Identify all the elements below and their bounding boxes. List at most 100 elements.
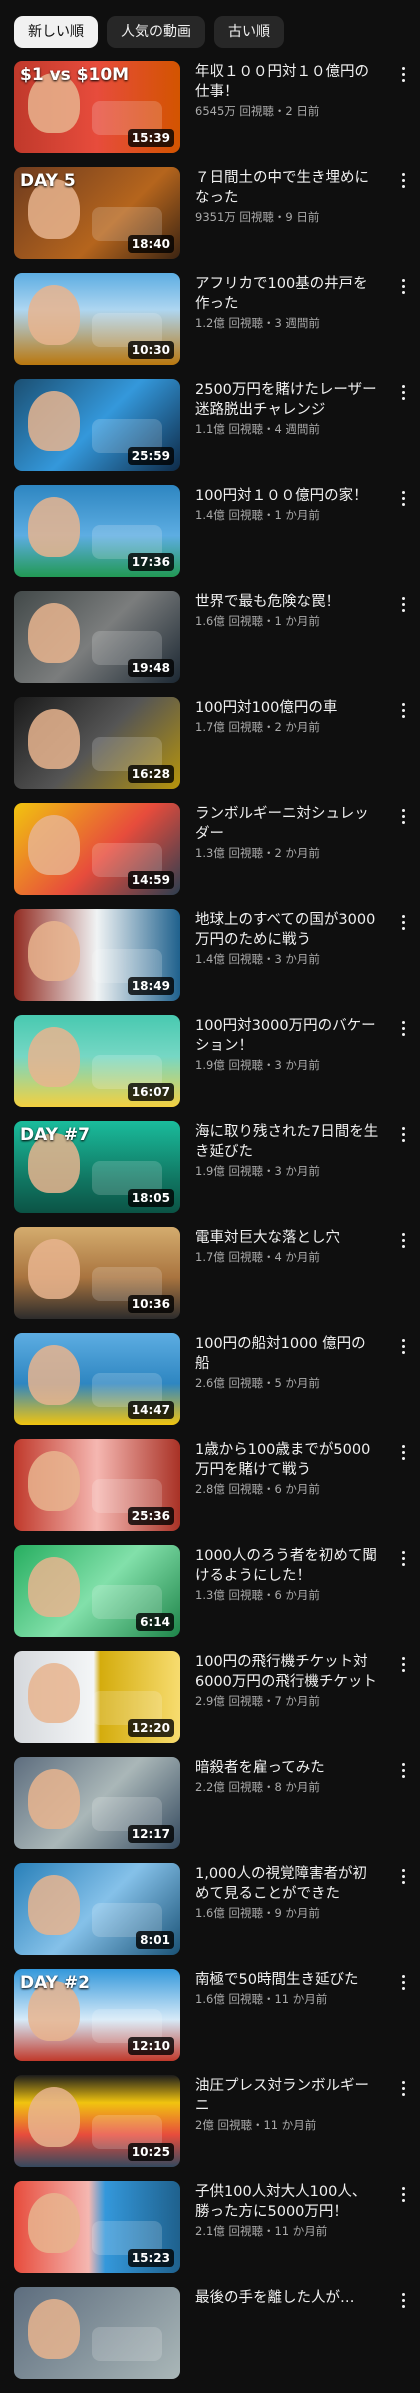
more-options-icon[interactable]: [396, 63, 410, 85]
video-thumbnail[interactable]: 10:25: [14, 2075, 180, 2167]
video-item[interactable]: 14:59 ランボルギーニ対シュレッダー 1.3億 回視聴・2 か月前: [0, 803, 420, 909]
video-item[interactable]: 19:48 世界で最も危険な罠！ 1.6億 回視聴・1 か月前: [0, 591, 420, 697]
video-meta: 100円対１００億円の家！ 1.4億 回視聴・1 か月前: [180, 485, 406, 591]
more-options-icon[interactable]: [396, 1017, 410, 1039]
more-options-icon[interactable]: [396, 1971, 410, 1993]
more-options-dot: [401, 1444, 405, 1448]
video-item[interactable]: 12:17 暗殺者を雇ってみた 2.2億 回視聴・8 か月前: [0, 1757, 420, 1863]
video-item[interactable]: 12:20 100円の飛行機チケット対6000万円の飛行機チケット 2.9億 回視聴…: [0, 1651, 420, 1757]
video-item[interactable]: 10:36 電車対巨大な落とし穴 1.7億 回視聴・4 か月前: [0, 1227, 420, 1333]
video-thumbnail[interactable]: 14:59: [14, 803, 180, 895]
video-thumbnail[interactable]: 15:23: [14, 2181, 180, 2273]
video-item[interactable]: 17:36 100円対１００億円の家！ 1.4億 回視聴・1 か月前: [0, 485, 420, 591]
filter-chip[interactable]: 新しい順: [14, 16, 98, 48]
video-thumbnail[interactable]: DAY #7 18:05: [14, 1121, 180, 1213]
filter-chip[interactable]: 古い順: [214, 16, 284, 48]
more-options-icon[interactable]: [396, 1865, 410, 1887]
video-item[interactable]: 6:14 1000人のろう者を初めて聞けるようにした！ 1.3億 回視聴・6 か月前: [0, 1545, 420, 1651]
video-title[interactable]: 100円対１００億円の家！: [195, 486, 380, 506]
thumbnail-person-image: [28, 1769, 80, 1829]
video-meta: 1000人のろう者を初めて聞けるようにした！ 1.3億 回視聴・6 か月前: [180, 1545, 406, 1651]
video-title[interactable]: ランボルギーニ対シュレッダー: [195, 804, 380, 844]
video-thumbnail[interactable]: 12:20: [14, 1651, 180, 1743]
more-options-icon[interactable]: [396, 699, 410, 721]
video-item[interactable]: 最後の手を離した人が…: [0, 2287, 420, 2393]
video-item[interactable]: 10:25 油圧プレス対ランボルギーニ 2億 回視聴・11 か月前: [0, 2075, 420, 2181]
video-title[interactable]: 1,000人の視覚障害者が初めて見ることができた: [195, 1864, 380, 1904]
video-item[interactable]: 15:23 子供100人対大人100人、勝った方に5000万円！ 2.1億 回視聴・…: [0, 2181, 420, 2287]
video-title[interactable]: アフリカで100基の井戸を作った: [195, 274, 380, 314]
more-options-icon[interactable]: [396, 381, 410, 403]
video-title[interactable]: 世界で最も危険な罠！: [195, 592, 380, 612]
video-thumbnail[interactable]: DAY 5 18:40: [14, 167, 180, 259]
meta-separator: ・: [262, 508, 275, 522]
video-item[interactable]: DAY 5 18:40 ７日間土の中で生き埋めになった 9351万 回視聴・9 日前: [0, 167, 420, 273]
video-title[interactable]: 100円対100億円の車: [195, 698, 380, 718]
video-thumbnail[interactable]: 16:28: [14, 697, 180, 789]
video-title[interactable]: 電車対巨大な落とし穴: [195, 1228, 380, 1248]
video-item[interactable]: 10:30 アフリカで100基の井戸を作った 1.2億 回視聴・3 週間前: [0, 273, 420, 379]
video-thumbnail[interactable]: 12:17: [14, 1757, 180, 1849]
video-thumbnail[interactable]: 18:49: [14, 909, 180, 1001]
video-thumbnail[interactable]: 19:48: [14, 591, 180, 683]
more-options-icon[interactable]: [396, 275, 410, 297]
video-thumbnail[interactable]: [14, 2287, 180, 2379]
more-options-icon[interactable]: [396, 1229, 410, 1251]
more-options-icon[interactable]: [396, 911, 410, 933]
more-options-icon[interactable]: [396, 2183, 410, 2205]
video-thumbnail[interactable]: 25:59: [14, 379, 180, 471]
video-thumbnail[interactable]: 8:01: [14, 1863, 180, 1955]
video-title[interactable]: 油圧プレス対ランボルギーニ: [195, 2076, 380, 2116]
video-thumbnail[interactable]: 25:36: [14, 1439, 180, 1531]
more-options-icon[interactable]: [396, 1653, 410, 1675]
video-title[interactable]: 100円対3000万円のバケーション！: [195, 1016, 380, 1056]
more-options-icon[interactable]: [396, 593, 410, 615]
more-options-icon[interactable]: [396, 1759, 410, 1781]
video-meta: 電車対巨大な落とし穴 1.7億 回視聴・4 か月前: [180, 1227, 406, 1333]
video-item[interactable]: 25:59 2500万円を賭けたレーザー迷路脱出チャレンジ 1.1億 回視聴・4 週…: [0, 379, 420, 485]
video-item[interactable]: 14:47 100円の船対1000 億円の船 2.6億 回視聴・5 か月前: [0, 1333, 420, 1439]
video-thumbnail[interactable]: DAY #2 12:10: [14, 1969, 180, 2061]
more-options-icon[interactable]: [396, 805, 410, 827]
video-title[interactable]: 100円の飛行機チケット対6000万円の飛行機チケット: [195, 1652, 380, 1692]
video-thumbnail[interactable]: 10:36: [14, 1227, 180, 1319]
more-options-icon[interactable]: [396, 2077, 410, 2099]
video-item[interactable]: 8:01 1,000人の視覚障害者が初めて見ることができた 1.6億 回視聴・9 か…: [0, 1863, 420, 1969]
video-title[interactable]: 1歳から100歳までが5000万円を賭けて戦う: [195, 1440, 380, 1480]
view-count: 1.3億 回視聴: [195, 1588, 263, 1602]
video-title[interactable]: 最後の手を離した人が…: [195, 2288, 380, 2308]
more-options-icon[interactable]: [396, 169, 410, 191]
video-item[interactable]: 18:49 地球上のすべての国が3000万円のために戦う 1.4億 回視聴・3 か月…: [0, 909, 420, 1015]
video-title[interactable]: 南極で50時間生き延びた: [195, 1970, 380, 1990]
video-thumbnail[interactable]: 10:30: [14, 273, 180, 365]
video-title[interactable]: 地球上のすべての国が3000万円のために戦う: [195, 910, 380, 950]
video-thumbnail[interactable]: 14:47: [14, 1333, 180, 1425]
more-options-dot: [401, 1126, 405, 1130]
filter-chip[interactable]: 人気の動画: [107, 16, 205, 48]
video-title[interactable]: 子供100人対大人100人、勝った方に5000万円！: [195, 2182, 380, 2222]
more-options-dot: [401, 284, 405, 288]
video-item[interactable]: DAY #7 18:05 海に取り残された7日間を生き延びた 1.9億 回視聴・3 か…: [0, 1121, 420, 1227]
more-options-icon[interactable]: [396, 1547, 410, 1569]
video-item[interactable]: 16:07 100円対3000万円のバケーション！ 1.9億 回視聴・3 か月前: [0, 1015, 420, 1121]
video-title[interactable]: 1000人のろう者を初めて聞けるようにした！: [195, 1546, 380, 1586]
video-thumbnail[interactable]: 16:07: [14, 1015, 180, 1107]
video-item[interactable]: DAY #2 12:10 南極で50時間生き延びた 1.6億 回視聴・11 か月前: [0, 1969, 420, 2075]
video-thumbnail[interactable]: $1 vs $10M 15:39: [14, 61, 180, 153]
video-item[interactable]: $1 vs $10M 15:39 年収１００円対１０億円の仕事！ 6545万 回視聴・…: [0, 61, 420, 167]
video-item[interactable]: 16:28 100円対100億円の車 1.7億 回視聴・2 か月前: [0, 697, 420, 803]
more-options-icon[interactable]: [396, 1335, 410, 1357]
video-thumbnail[interactable]: 17:36: [14, 485, 180, 577]
video-thumbnail[interactable]: 6:14: [14, 1545, 180, 1637]
video-title[interactable]: 年収１００円対１０億円の仕事！: [195, 62, 380, 102]
video-meta: 海に取り残された7日間を生き延びた 1.9億 回視聴・3 か月前: [180, 1121, 406, 1227]
video-item[interactable]: 25:36 1歳から100歳までが5000万円を賭けて戦う 2.8億 回視聴・6 か…: [0, 1439, 420, 1545]
more-options-icon[interactable]: [396, 487, 410, 509]
video-title[interactable]: 2500万円を賭けたレーザー迷路脱出チャレンジ: [195, 380, 380, 420]
video-title[interactable]: 100円の船対1000 億円の船: [195, 1334, 380, 1374]
more-options-icon[interactable]: [396, 1441, 410, 1463]
video-title[interactable]: 海に取り残された7日間を生き延びた: [195, 1122, 380, 1162]
video-title[interactable]: 暗殺者を雇ってみた: [195, 1758, 380, 1778]
more-options-icon[interactable]: [396, 1123, 410, 1145]
video-title[interactable]: ７日間土の中で生き埋めになった: [195, 168, 380, 208]
